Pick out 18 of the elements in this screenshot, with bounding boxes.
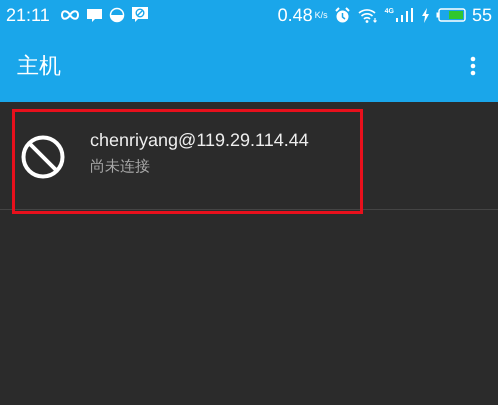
app-title: 主机 xyxy=(17,52,61,80)
battery-percent: 55 xyxy=(472,4,492,26)
alarm-icon xyxy=(334,6,351,24)
charging-bolt-icon xyxy=(420,8,430,22)
message-icon xyxy=(86,6,103,24)
host-item[interactable]: chenriyang@119.29.114.44 尚未连接 xyxy=(0,105,498,210)
host-name: chenriyang@119.29.114.44 xyxy=(90,130,309,151)
infinity-icon xyxy=(60,9,80,21)
more-menu-icon[interactable] xyxy=(470,56,476,76)
network-speed: 0.48 xyxy=(278,4,313,26)
signal-icon xyxy=(394,8,415,22)
half-circle-icon xyxy=(108,7,125,23)
blocked-message-icon xyxy=(130,6,149,24)
wifi-icon xyxy=(356,7,379,23)
speed-unit: K/s xyxy=(314,10,328,20)
connection-status: 尚未连接 xyxy=(90,157,151,176)
battery-icon xyxy=(436,8,466,22)
clock-time: 21:11 xyxy=(6,4,50,26)
